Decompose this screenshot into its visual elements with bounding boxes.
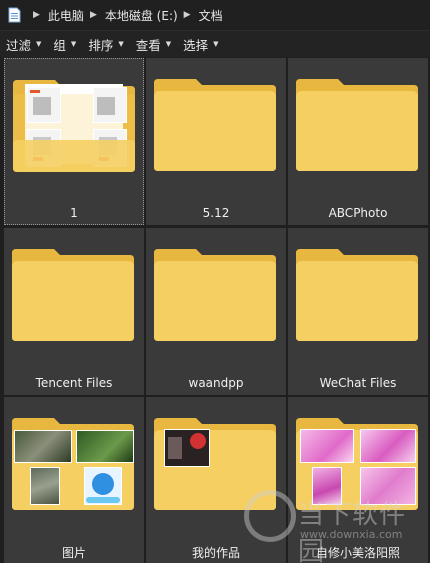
folder-name: 自修小美洛阳照 — [315, 546, 400, 560]
folder-name: 图片 — [61, 546, 86, 560]
folder-tile[interactable]: 5.12 — [146, 58, 286, 225]
folder-icon — [154, 79, 276, 171]
address-bar[interactable]: ▶ 此电脑 ▶ 本地磁盘 (E:) ▶ 文档 — [0, 0, 430, 31]
folder-name: 1 — [70, 206, 78, 220]
select-label: 选择 — [183, 37, 209, 53]
folder-tile[interactable]: ABCPhoto — [288, 58, 428, 225]
folder-grid: 1 5.12 ABCPhoto Tencent Files waandpp We… — [0, 57, 430, 563]
chevron-right-icon[interactable]: ▶ — [33, 10, 40, 20]
folder-icon — [154, 249, 276, 341]
view-button[interactable]: 查看 ▼ — [136, 35, 171, 54]
sort-label: 排序 — [88, 37, 114, 53]
folder-tile[interactable]: Tencent Files — [4, 228, 144, 395]
dropdown-arrow-icon: ▼ — [165, 40, 172, 48]
folder-name: waandpp — [188, 376, 244, 390]
folder-name: 5.12 — [202, 206, 230, 220]
filter-button[interactable]: 过滤 ▼ — [6, 35, 41, 54]
folder-tile[interactable]: 图片 — [4, 397, 144, 563]
breadcrumb-local-disk[interactable]: 本地磁盘 (E:) — [105, 7, 178, 24]
filter-label: 过滤 — [6, 37, 32, 53]
breadcrumb-this-pc[interactable]: 此电脑 — [48, 7, 84, 24]
folder-tile[interactable]: waandpp — [146, 228, 286, 395]
folder-icon — [296, 249, 418, 341]
select-button[interactable]: 选择 ▼ — [183, 35, 218, 54]
chevron-right-icon[interactable]: ▶ — [184, 10, 191, 20]
sort-button[interactable]: 排序 ▼ — [88, 35, 123, 54]
dropdown-arrow-icon: ▼ — [70, 40, 77, 48]
folder-icon — [12, 249, 134, 341]
folder-name: Tencent Files — [35, 376, 113, 390]
document-icon — [8, 7, 21, 23]
folder-front-icon — [13, 140, 135, 172]
folder-name: ABCPhoto — [328, 206, 388, 220]
chevron-right-icon[interactable]: ▶ — [90, 10, 97, 20]
dropdown-arrow-icon: ▼ — [213, 40, 219, 48]
dropdown-arrow-icon: ▼ — [118, 40, 124, 48]
folder-icon — [296, 79, 418, 171]
group-label: 组 — [53, 37, 66, 53]
folder-tile[interactable]: WeChat Files — [288, 228, 428, 395]
breadcrumb-documents[interactable]: 文档 — [199, 7, 223, 24]
group-button[interactable]: 组 ▼ — [53, 35, 76, 54]
folder-name: 我的作品 — [191, 546, 240, 560]
folder-name: WeChat Files — [319, 376, 397, 390]
folder-tile[interactable]: 1 — [4, 58, 144, 225]
toolbar: 过滤 ▼ 组 ▼ 排序 ▼ 查看 ▼ 选择 ▼ — [0, 31, 430, 57]
dropdown-arrow-icon: ▼ — [36, 40, 42, 48]
folder-tile[interactable]: 我的作品 — [146, 397, 286, 563]
folder-tile[interactable]: 自修小美洛阳照 — [288, 397, 428, 563]
view-label: 查看 — [135, 37, 161, 53]
